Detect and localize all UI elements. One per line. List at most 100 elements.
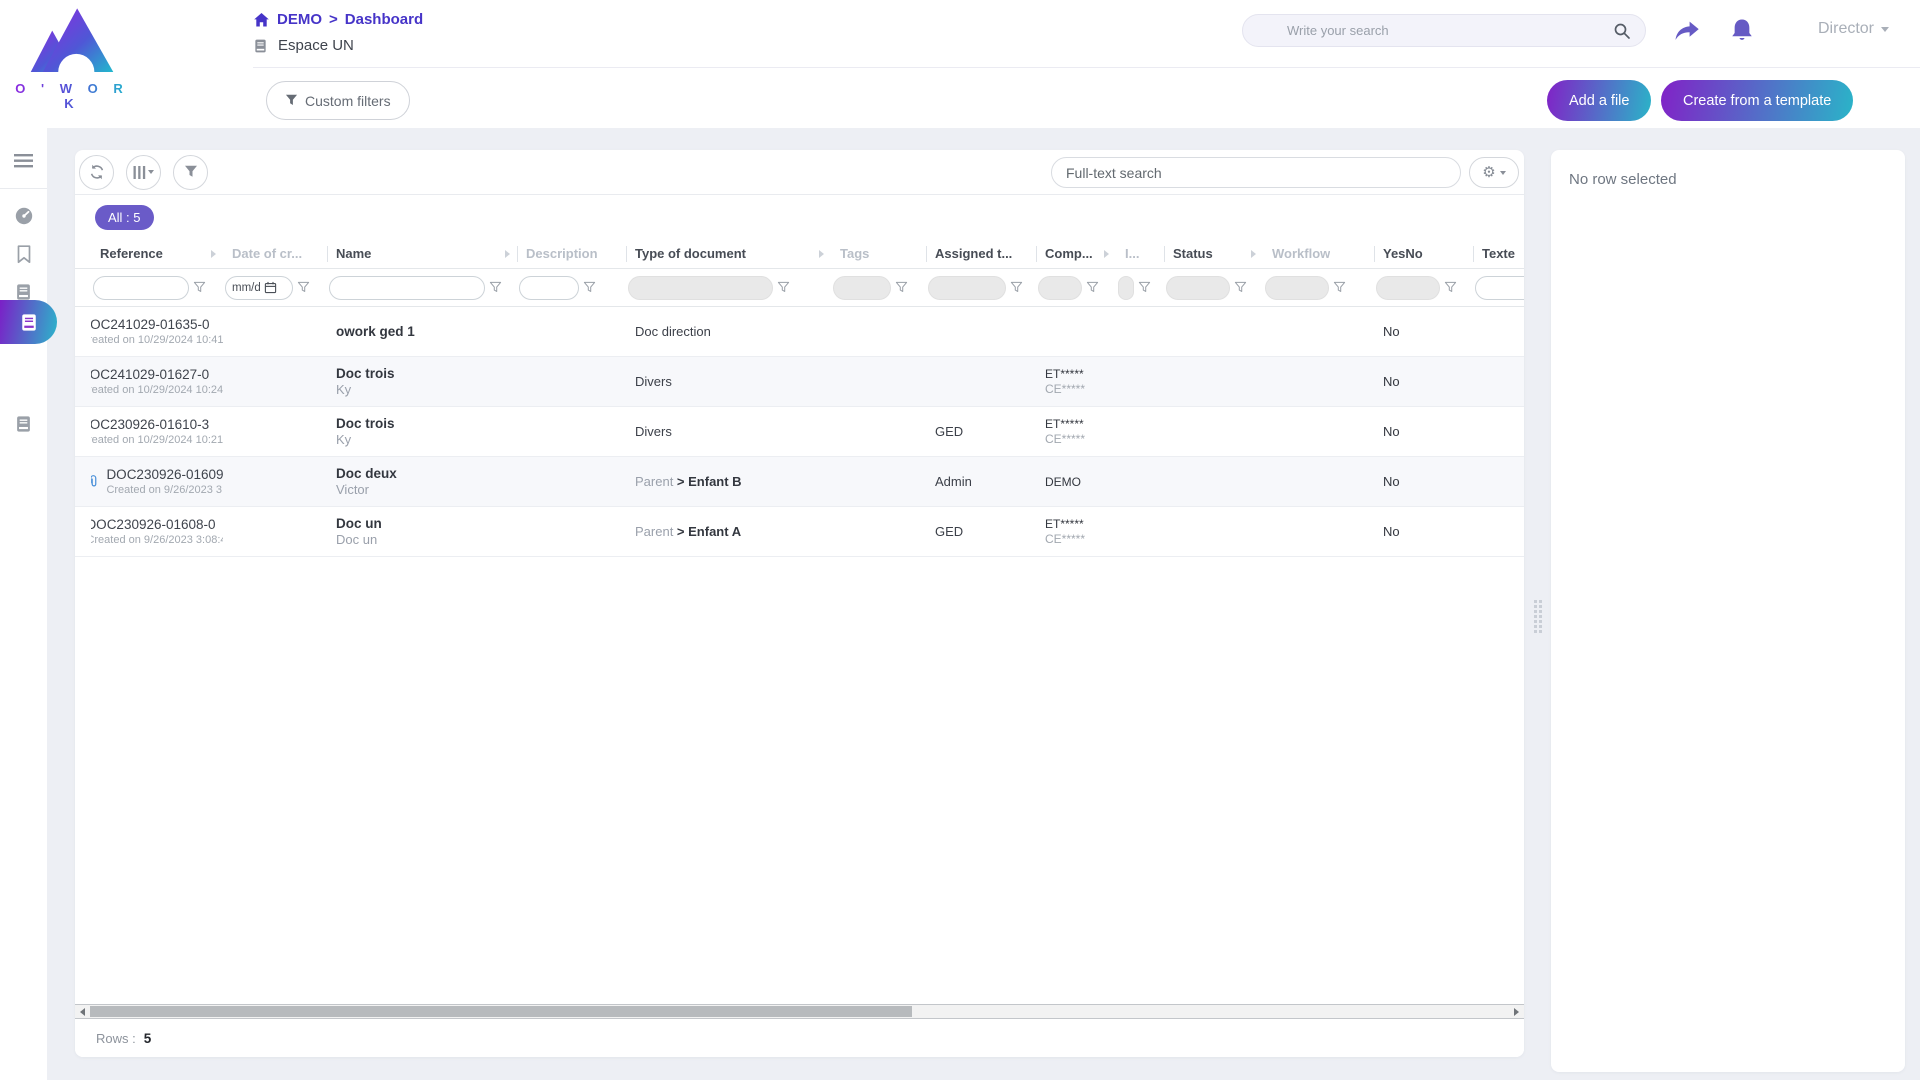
scroll-right-arrow[interactable] (1509, 1005, 1524, 1018)
gear-icon: ⚙ (1482, 165, 1495, 180)
user-menu[interactable]: Director (1818, 20, 1889, 38)
app-logo[interactable]: O ' W O R K (14, 4, 130, 111)
share-button[interactable] (1672, 16, 1702, 46)
filter-funnel-icon[interactable] (1086, 281, 1099, 294)
table-row[interactable]: PDFDOC241029-01635-0Created on 10/29/202… (75, 307, 1524, 357)
column-header-dateofcr[interactable]: Date of cr... (223, 239, 327, 268)
reference-cell: PDFDOC230926-01610-3Created on 10/29/202… (91, 407, 223, 456)
column-header-i[interactable]: I... (1116, 239, 1164, 268)
company-sub: CE***** (1045, 382, 1116, 396)
filter-funnel-icon[interactable] (297, 281, 310, 294)
custom-filters-button[interactable]: Custom filters (266, 81, 410, 120)
filter-funnel-icon[interactable] (1234, 281, 1247, 294)
filter-funnel-icon[interactable] (1138, 281, 1151, 294)
add-file-button[interactable]: Add a file (1547, 80, 1651, 121)
date-filter-input[interactable]: mm/d (225, 276, 293, 300)
column-filter (926, 276, 1036, 300)
column-header-tags[interactable]: Tags (831, 239, 926, 268)
table-filter-button[interactable] (173, 155, 208, 190)
name-cell: owork ged 1 (327, 307, 517, 356)
texte-cell (1473, 357, 1524, 406)
reference-value: DOC230926-01609-0 (106, 467, 223, 482)
scroll-left-arrow[interactable] (75, 1005, 90, 1018)
column-header-name[interactable]: Name (327, 239, 517, 268)
column-filter-input[interactable] (519, 276, 579, 300)
table-row[interactable]: PDFDOC230926-01610-3Created on 10/29/202… (75, 407, 1524, 457)
sidebar-menu-toggle[interactable] (0, 142, 47, 180)
reference-text: DOC230926-01609-0Created on 9/26/2023 3:… (106, 467, 223, 496)
table-toolbar: ⚙ (75, 150, 1524, 195)
sidebar-item-bookmarks[interactable] (0, 235, 47, 273)
assigned-to: GED (935, 424, 1036, 439)
filter-funnel-icon[interactable] (777, 281, 790, 294)
sort-caret-icon[interactable] (211, 250, 216, 258)
column-header-yesno[interactable]: YesNo (1374, 239, 1473, 268)
date-cell (223, 407, 327, 456)
table-row[interactable]: PDFDOC230926-01608-0Created on 9/26/2023… (75, 507, 1524, 557)
sort-caret-icon[interactable] (1104, 250, 1109, 258)
global-search (1242, 14, 1646, 47)
filter-funnel-icon[interactable] (1333, 281, 1346, 294)
table-row[interactable]: wDOC230926-01609-0Created on 9/26/2023 3… (75, 457, 1524, 507)
home-icon[interactable] (253, 12, 270, 28)
search-icon[interactable] (1613, 22, 1631, 40)
breadcrumb-current[interactable]: Dashboard (345, 11, 423, 28)
breadcrumb-home[interactable]: DEMO (277, 11, 322, 28)
column-header-workflow[interactable]: Workflow (1263, 239, 1374, 268)
column-filter (1164, 276, 1263, 300)
column-header-reference[interactable]: Reference (91, 239, 223, 268)
sidebar-item-documents-active[interactable] (0, 300, 57, 344)
fulltext-search-input[interactable] (1066, 165, 1446, 181)
table-filter-row: mm/d (75, 269, 1524, 307)
date-cell (223, 457, 327, 506)
column-filter-input (1038, 276, 1082, 300)
type-cell: Parent > Enfant A (626, 507, 831, 556)
create-from-template-button[interactable]: Create from a template (1661, 80, 1853, 121)
filter-funnel-icon[interactable] (489, 281, 502, 294)
column-header-comp[interactable]: Comp... (1036, 239, 1116, 268)
column-filter-input[interactable] (1475, 276, 1524, 300)
filter-funnel-icon[interactable] (583, 281, 596, 294)
scrollbar-thumb[interactable] (90, 1006, 912, 1017)
texte-cell (1473, 507, 1524, 556)
calendar-icon[interactable] (264, 281, 277, 294)
type-cell: Divers (626, 357, 831, 406)
sort-caret-icon[interactable] (1251, 250, 1256, 258)
filter-funnel-icon[interactable] (895, 281, 908, 294)
refresh-button[interactable] (79, 155, 114, 190)
document-subtitle: Victor (336, 482, 517, 497)
column-header-texte[interactable]: Texte (1473, 239, 1524, 268)
archive-icon (15, 415, 32, 433)
table-row[interactable]: PDFDOC241029-01627-0Created on 10/29/202… (75, 357, 1524, 407)
sort-caret-icon[interactable] (505, 250, 510, 258)
sidebar-item-dashboard[interactable] (0, 197, 47, 235)
space-line: Espace UN (253, 37, 354, 54)
document-type: Divers (635, 424, 831, 439)
column-filter-input[interactable] (329, 276, 485, 300)
column-header-status[interactable]: Status (1164, 239, 1263, 268)
filter-funnel-icon[interactable] (1010, 281, 1023, 294)
column-header-assignedt[interactable]: Assigned t... (926, 239, 1036, 268)
column-label: Reference (91, 246, 163, 261)
sort-caret-icon[interactable] (819, 250, 824, 258)
filter-funnel-icon[interactable] (193, 281, 206, 294)
tags-cell (831, 457, 926, 506)
column-filter (831, 276, 926, 300)
yesno-cell: No (1374, 307, 1473, 356)
column-header-description[interactable]: Description (517, 239, 626, 268)
document-type: Doc direction (635, 324, 831, 339)
column-header-typeofdocument[interactable]: Type of document (626, 239, 831, 268)
horizontal-scrollbar[interactable] (75, 1004, 1524, 1019)
description-cell (517, 307, 626, 356)
reference-cell: PDFDOC241029-01635-0Created on 10/29/202… (91, 307, 223, 356)
notifications-button[interactable] (1727, 16, 1757, 46)
filter-funnel-icon[interactable] (1444, 281, 1457, 294)
panel-resize-handle[interactable] (1530, 594, 1545, 638)
table-settings-button[interactable]: ⚙ (1469, 157, 1519, 188)
columns-button[interactable] (126, 155, 161, 190)
column-filter-input[interactable] (93, 276, 189, 300)
workflow-cell (1263, 507, 1374, 556)
sidebar-item-archive[interactable] (0, 405, 47, 443)
all-count-badge[interactable]: All : 5 (95, 205, 154, 230)
global-search-input[interactable] (1287, 23, 1613, 38)
